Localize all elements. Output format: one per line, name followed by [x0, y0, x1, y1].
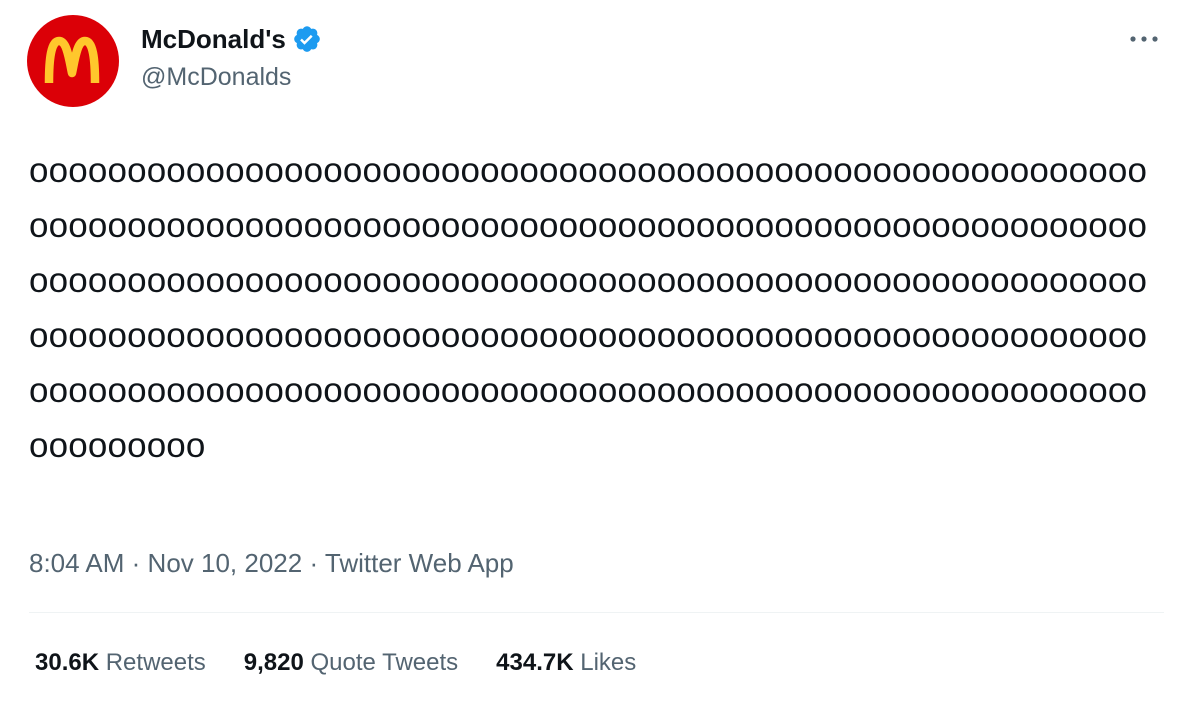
tweet-text: oooooooooooooooooooooooooooooooooooooooo…	[29, 151, 1148, 465]
likes-count: 434.7K	[496, 649, 574, 676]
tweet-card: McDonald's @McDonalds oooooooooooooooooo…	[0, 0, 1190, 708]
meta-separator: ·	[131, 548, 141, 578]
quote-tweets-link[interactable]: 9,820 Quote Tweets	[244, 646, 458, 680]
tweet-source[interactable]: Twitter Web App	[325, 548, 514, 578]
likes-link[interactable]: 434.7K Likes	[496, 646, 636, 680]
retweets-link[interactable]: 30.6K Retweets	[35, 646, 206, 680]
retweets-label: Retweets	[105, 649, 206, 676]
more-options-icon[interactable]	[1124, 24, 1164, 54]
author-display-name[interactable]: McDonald's	[141, 23, 322, 55]
avatar[interactable]	[27, 15, 119, 107]
meta-separator: ·	[309, 548, 319, 578]
quote-tweets-label: Quote Tweets	[310, 649, 459, 676]
engagement-stats: 30.6K Retweets 9,820 Quote Tweets 434.7K…	[35, 646, 674, 680]
verified-badge-icon	[292, 24, 322, 54]
tweet-date[interactable]: Nov 10, 2022	[148, 548, 303, 578]
divider	[29, 612, 1164, 613]
tweet-time[interactable]: 8:04 AM	[29, 548, 124, 578]
display-name-text: McDonald's	[141, 24, 286, 54]
quote-tweets-count: 9,820	[243, 649, 304, 676]
author-handle[interactable]: @McDonalds	[141, 61, 291, 93]
tweet-metadata: 8:04 AM · Nov 10, 2022 · Twitter Web App	[29, 546, 514, 580]
mcdonalds-logo-icon	[44, 36, 100, 84]
retweets-count: 30.6K	[35, 649, 100, 676]
likes-label: Likes	[580, 649, 637, 676]
